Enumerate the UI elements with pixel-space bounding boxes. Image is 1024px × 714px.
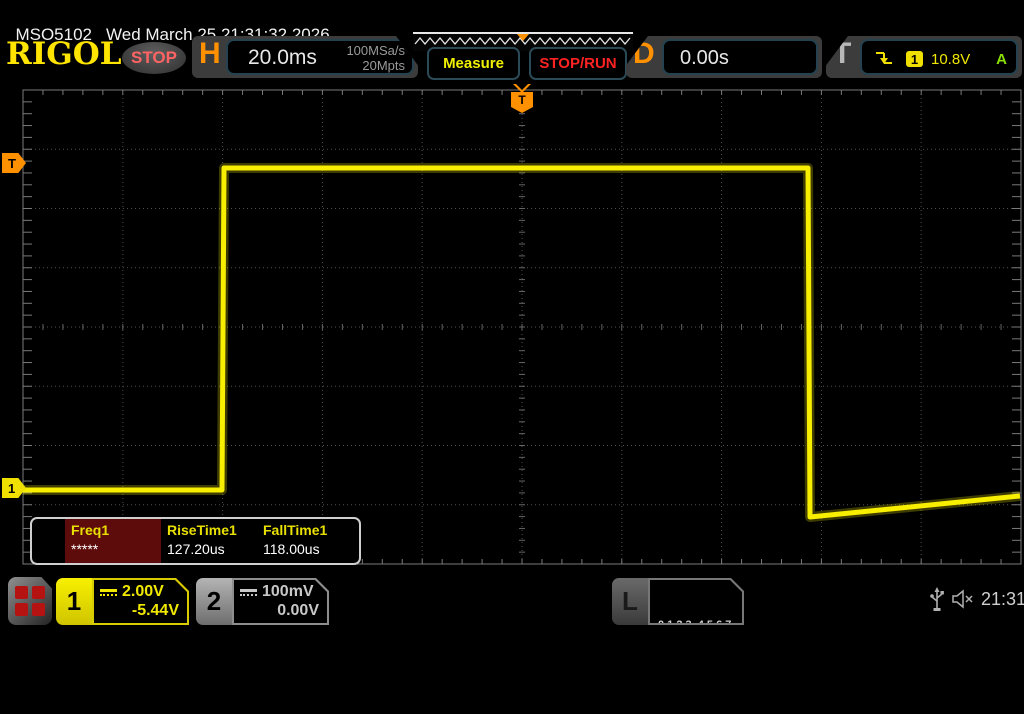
horizontal-label: H xyxy=(199,37,221,71)
acquisition-status-label: STOP xyxy=(131,48,177,68)
channel2-offset: 0.00V xyxy=(240,602,319,620)
measurement-cell-risetime1[interactable]: RiseTime1 127.20us xyxy=(161,519,257,563)
dc-coupling-icon xyxy=(100,589,117,596)
measurement-value: 127.20us xyxy=(167,541,257,557)
measurement-cell-freq1[interactable]: Freq1 ***** xyxy=(65,519,161,563)
trigger-inner-box: 1 10.8V A xyxy=(860,39,1018,75)
logic-analyzer-badge[interactable]: L 0 1 2 3 4 5 6 7 8 9 1011 12131415 xyxy=(612,578,744,625)
menu-button[interactable] xyxy=(8,577,52,625)
memory-depth: 20Mpts xyxy=(362,58,405,73)
digital-channels-row1: 0 1 2 3 4 5 6 7 xyxy=(658,618,742,634)
trigger-position-marker[interactable]: T xyxy=(511,84,533,113)
channel1-offset: -5.44V xyxy=(100,602,179,620)
measurement-panel[interactable]: Freq1 ***** RiseTime1 127.20us FallTime1… xyxy=(30,517,361,565)
speaker-muted-icon xyxy=(950,589,976,609)
measurement-cell-falltime1[interactable]: FallTime1 118.00us xyxy=(257,519,353,563)
sample-rate: 100MSa/s xyxy=(346,43,405,58)
channel1-scale: 2.00V xyxy=(122,583,164,601)
trigger-position-t-flag: T xyxy=(511,92,533,107)
channel2-number-tab[interactable]: 2 xyxy=(196,578,232,625)
logic-analyzer-tab[interactable]: L xyxy=(612,578,648,625)
trigger-settings-button[interactable]: T 1 10.8V A xyxy=(826,36,1022,78)
channel2-box[interactable]: 100mV 0.00V xyxy=(232,578,329,625)
delay-settings-button[interactable]: D 0.00s xyxy=(626,36,822,78)
delay-label: D xyxy=(633,37,655,71)
measurement-label: RiseTime1 xyxy=(167,522,257,538)
channel1-number-tab[interactable]: 1 xyxy=(56,578,92,625)
trigger-label: T xyxy=(833,37,851,71)
channel2-badge[interactable]: 2 100mV 0.00V xyxy=(196,578,329,625)
delay-value: 0.00s xyxy=(680,47,729,70)
stop-run-button[interactable]: STOP/RUN xyxy=(529,47,627,80)
dc-coupling-icon xyxy=(240,589,257,596)
measurement-value: ***** xyxy=(71,541,161,557)
falling-edge-icon xyxy=(874,49,894,67)
rigol-logo: RIGOL xyxy=(6,36,122,72)
timebase-value: 20.0ms xyxy=(248,46,317,70)
delay-inner-box: 0.00s xyxy=(662,39,818,75)
trigger-level-marker[interactable]: T xyxy=(2,153,26,173)
channel1-box[interactable]: 2.00V -5.44V xyxy=(92,578,189,625)
measurement-spacer xyxy=(32,519,65,563)
oscilloscope-screen: { "title_bar": { "model": "MSO5102", "da… xyxy=(0,0,1024,630)
logic-analyzer-box: 0 1 2 3 4 5 6 7 8 9 1011 12131415 xyxy=(648,578,744,625)
channel2-scale: 100mV xyxy=(262,583,314,601)
measure-button-label: Measure xyxy=(443,55,504,72)
horizontal-inner-box: 20.0ms 100MSa/s 20Mpts xyxy=(226,39,414,75)
measurement-value: 118.00us xyxy=(263,541,353,557)
measurement-label: Freq1 xyxy=(71,522,161,538)
trigger-level-value: 10.8V xyxy=(931,51,970,68)
channel1-badge[interactable]: 1 2.00V -5.44V xyxy=(56,578,189,625)
trigger-source-badge: 1 xyxy=(906,51,923,67)
digital-channels-row2: 8 9 1011 12131415 xyxy=(658,666,742,682)
trigger-level-marker-label: T xyxy=(8,156,16,171)
measurement-label: FallTime1 xyxy=(263,522,353,538)
memory-position-marker xyxy=(517,34,529,41)
stop-run-button-label: STOP/RUN xyxy=(539,55,616,72)
channel1-ground-marker[interactable]: 1 xyxy=(2,478,26,498)
usb-icon xyxy=(928,586,946,614)
channel1-marker-label: 1 xyxy=(8,481,15,496)
horizontal-settings-button[interactable]: H 20.0ms 100MSa/s 20Mpts xyxy=(192,36,418,78)
acquisition-status-badge: STOP xyxy=(122,42,186,74)
trigger-position-triangle xyxy=(513,84,531,93)
measure-button[interactable]: Measure xyxy=(427,47,520,80)
menu-grid-icon xyxy=(15,586,45,616)
trigger-sweep-mode: A xyxy=(996,51,1007,68)
clock: 21:31 xyxy=(981,589,1024,610)
